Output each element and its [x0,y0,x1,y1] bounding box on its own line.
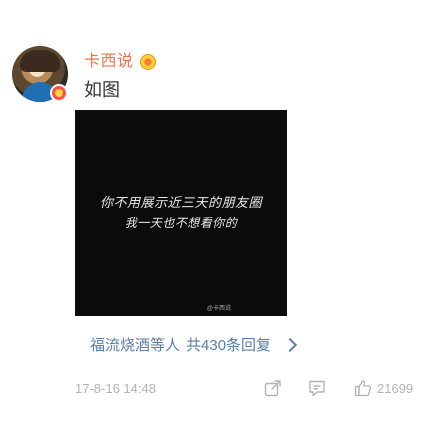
thumbs-up-icon [354,380,372,397]
like-button[interactable]: 21699 [353,378,413,398]
username-row: 卡西说 [84,52,156,72]
chevron-right-icon [282,337,298,352]
comment-button[interactable] [307,378,327,398]
comment-icon [309,380,325,397]
verified-badge-icon [50,84,68,102]
post-footer: 17-8-16 14:48 21699 [75,376,435,400]
image-text-line-2: 我一天也不想看你的 [124,216,238,230]
username[interactable]: 卡西说 [84,52,134,72]
share-icon [264,380,281,397]
image-text-line-1: 你不用展示近三天的朋友圈 [99,196,262,211]
like-count: 21699 [377,380,414,396]
post-image[interactable]: 你不用展示近三天的朋友圈 我一天也不想看你的 @卡西说 [75,110,287,316]
reply-summary-link[interactable]: 福流烧酒等人 共430条回复 [90,334,298,355]
reply-names: 福流烧酒等人 [90,337,181,354]
image-watermark: @卡西说 [206,306,231,312]
vip-badge-icon [139,54,156,70]
avatar-hair [20,50,60,72]
weibo-post: 卡西说 如图 你不用展示近三天的朋友圈 我一天也不想看你的 @卡西说 福流烧酒等… [0,0,440,440]
reply-count: 共430条回复 [186,337,272,354]
post-timestamp: 17-8-16 14:48 [75,380,156,396]
share-button[interactable] [263,378,283,398]
post-text: 如图 [84,80,120,100]
